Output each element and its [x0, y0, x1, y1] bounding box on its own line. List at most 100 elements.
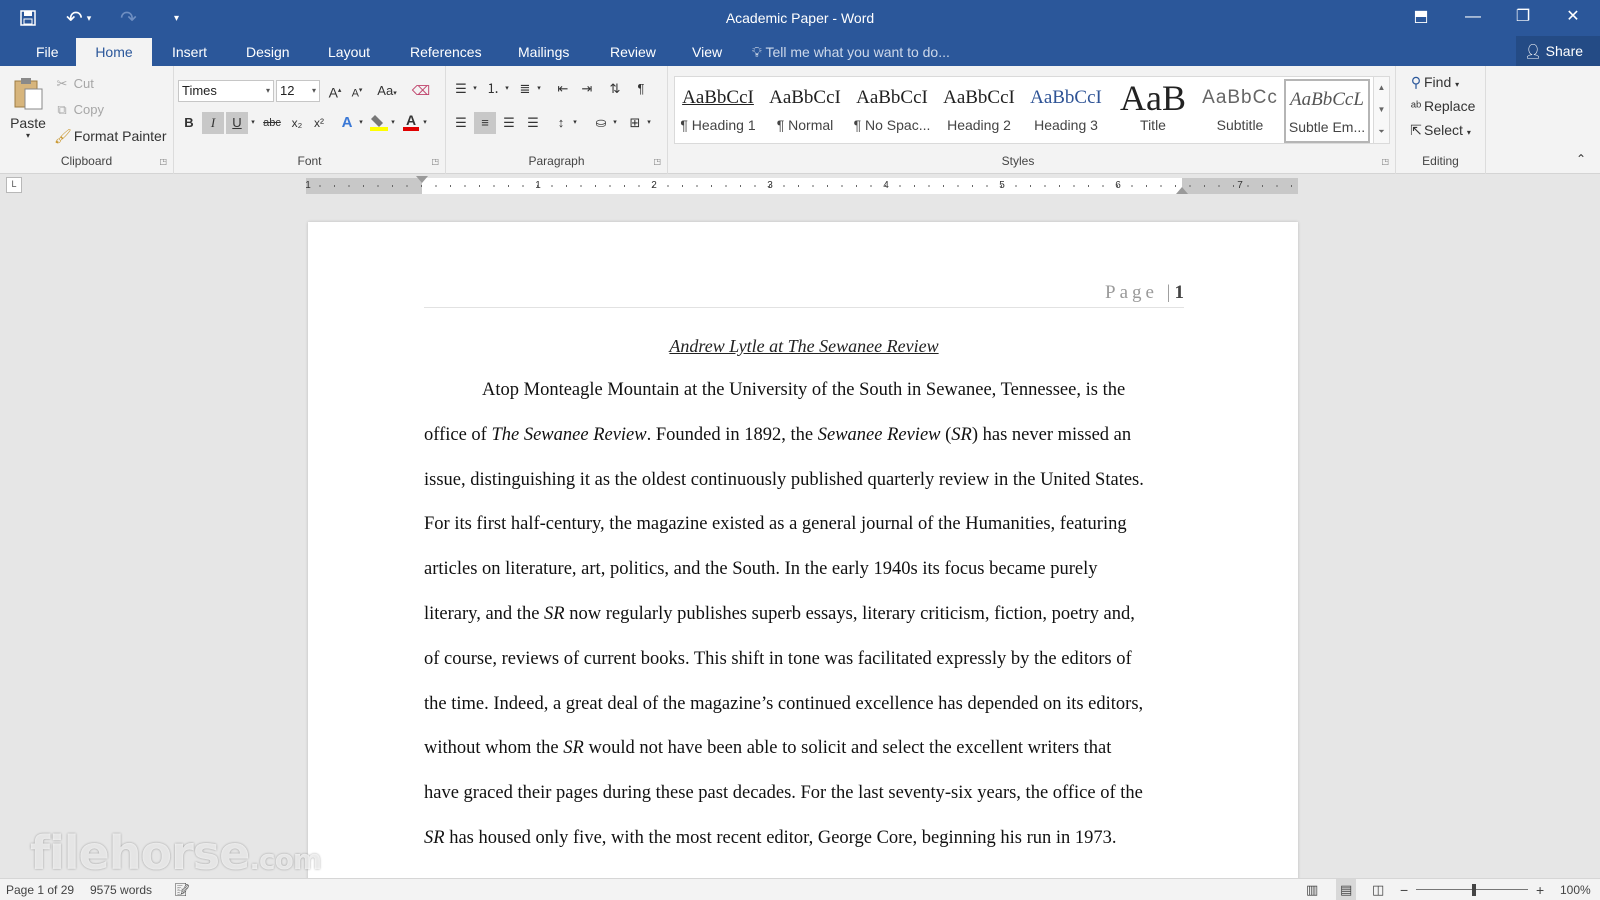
borders-icon[interactable]: ⊞	[624, 112, 646, 134]
decrease-indent-icon[interactable]: ⇤	[552, 78, 574, 100]
paragraph-line[interactable]: For its first half-century, the magazine…	[424, 502, 1186, 547]
zoom-in-button[interactable]: +	[1536, 879, 1544, 900]
tab-insert[interactable]: Insert	[158, 38, 221, 66]
tab-references[interactable]: References	[396, 38, 496, 66]
style-heading-1[interactable]: AaBbCcI ¶ Heading 1	[675, 79, 761, 143]
gallery-down-icon[interactable]: ▼	[1374, 99, 1389, 121]
document-body[interactable]: Atop Monteagle Mountain at the Universit…	[424, 368, 1186, 861]
paragraph-line[interactable]: issue, distinguishing it as the oldest c…	[424, 458, 1186, 503]
tab-file[interactable]: File	[22, 38, 73, 66]
align-right-icon[interactable]: ☰	[498, 112, 520, 134]
tell-me-search[interactable]: 💡︎ Tell me what you want to do...	[752, 38, 950, 66]
word-count-status[interactable]: 9575 words	[90, 879, 152, 900]
justify-icon[interactable]: ☰	[522, 112, 544, 134]
tab-view[interactable]: View	[678, 38, 736, 66]
read-mode-icon[interactable]: ▥	[1306, 879, 1318, 900]
paragraph-line[interactable]: office of The Sewanee Review. Founded in…	[424, 413, 1186, 458]
paragraph-launcher-icon[interactable]: ◳	[653, 157, 661, 166]
document-area[interactable]: Page |1 Andrew Lytle at The Sewanee Revi…	[0, 196, 1600, 878]
grow-font-button[interactable]: A▴	[324, 80, 346, 102]
ribbon-display-icon[interactable]: ⬒	[1398, 0, 1444, 36]
document-title[interactable]: Andrew Lytle at The Sewanee Review	[424, 336, 1184, 357]
italic-button[interactable]: I	[202, 112, 224, 134]
proofing-icon[interactable]: 📝︎	[174, 879, 191, 900]
right-indent-marker[interactable]	[1176, 187, 1188, 194]
multilevel-dropdown-icon[interactable]: ▾	[534, 78, 544, 100]
styles-gallery-scroll[interactable]: ▲ ▼ ⏷	[1374, 76, 1390, 144]
zoom-level[interactable]: 100%	[1560, 879, 1591, 900]
subscript-button[interactable]: x₂	[286, 112, 308, 134]
style-no-spacing[interactable]: AaBbCcI ¶ No Spac...	[849, 79, 935, 143]
tab-review[interactable]: Review	[596, 38, 670, 66]
align-left-icon[interactable]: ☰	[450, 112, 472, 134]
restore-button[interactable]: ❐	[1500, 0, 1546, 36]
style-normal[interactable]: AaBbCcI ¶ Normal	[762, 79, 848, 143]
font-name-combo[interactable]: Times ▾	[178, 80, 274, 102]
format-painter-button[interactable]: 🖌︎ Format Painter	[54, 128, 166, 145]
find-button[interactable]: ⚲ Find ▾	[1408, 74, 1459, 91]
styles-launcher-icon[interactable]: ◳	[1381, 157, 1389, 166]
indent-marker[interactable]	[416, 176, 428, 183]
page-count-status[interactable]: Page 1 of 29	[6, 879, 74, 900]
numbering-icon[interactable]: ⒈	[482, 78, 504, 100]
style-subtitle[interactable]: AaBbCc Subtitle	[1197, 79, 1283, 143]
gallery-up-icon[interactable]: ▲	[1374, 77, 1389, 99]
font-color-icon[interactable]: A	[400, 112, 422, 134]
copy-button[interactable]: ⧉ Copy	[54, 102, 104, 118]
highlight-dropdown-icon[interactable]: ▾	[388, 112, 398, 134]
share-button[interactable]: 👤︎ Share	[1516, 36, 1600, 66]
zoom-out-button[interactable]: −	[1400, 879, 1408, 900]
paragraph-line[interactable]: articles on literature, art, politics, a…	[424, 547, 1186, 592]
paragraph-line[interactable]: Atop Monteagle Mountain at the Universit…	[424, 368, 1186, 413]
shading-dropdown-icon[interactable]: ▾	[610, 112, 620, 134]
shading-icon[interactable]: ⛀	[590, 112, 612, 134]
align-center-icon[interactable]: ≡	[474, 112, 496, 134]
font-size-combo[interactable]: 12 ▾	[276, 80, 320, 102]
tab-design[interactable]: Design	[232, 38, 304, 66]
document-page[interactable]: Page |1 Andrew Lytle at The Sewanee Revi…	[308, 222, 1298, 878]
increase-indent-icon[interactable]: ⇥	[576, 78, 598, 100]
style-subtle-emphasis[interactable]: AaBbCcL Subtle Em...	[1284, 79, 1370, 143]
paste-button[interactable]: Paste ▾	[8, 76, 48, 140]
cut-button[interactable]: ✂ Cut	[54, 76, 94, 92]
multilevel-list-icon[interactable]: ≣	[514, 78, 536, 100]
shrink-font-button[interactable]: A▾	[346, 80, 368, 102]
paragraph-line[interactable]: have graced their pages during these pas…	[424, 771, 1186, 816]
bullets-dropdown-icon[interactable]: ▾	[470, 78, 480, 100]
font-launcher-icon[interactable]: ◳	[431, 157, 439, 166]
text-effects-dropdown-icon[interactable]: ▾	[356, 112, 366, 134]
style-heading-3[interactable]: AaBbCcI Heading 3	[1023, 79, 1109, 143]
numbering-dropdown-icon[interactable]: ▾	[502, 78, 512, 100]
highlight-icon[interactable]	[368, 112, 390, 134]
tab-layout[interactable]: Layout	[314, 38, 384, 66]
change-case-button[interactable]: Aa▾	[372, 80, 402, 102]
paragraph-line[interactable]: SR has housed only five, with the most r…	[424, 816, 1186, 861]
collapse-ribbon-icon[interactable]: ⌃	[1576, 152, 1586, 166]
clipboard-launcher-icon[interactable]: ◳	[159, 157, 167, 166]
tab-home[interactable]: Home	[76, 38, 152, 66]
paragraph-line[interactable]: without whom the SR would not have been …	[424, 726, 1186, 771]
paragraph-line[interactable]: literary, and the SR now regularly publi…	[424, 592, 1186, 637]
select-button[interactable]: ⇱ Select ▾	[1408, 122, 1471, 139]
paragraph-line[interactable]: of course, reviews of current books. Thi…	[424, 637, 1186, 682]
style-title[interactable]: AaB Title	[1110, 79, 1196, 143]
web-layout-icon[interactable]: ◫	[1372, 879, 1384, 900]
font-color-dropdown-icon[interactable]: ▾	[420, 112, 430, 134]
close-button[interactable]: ✕	[1550, 0, 1596, 36]
sort-icon[interactable]: ⇅	[604, 78, 626, 100]
style-heading-2[interactable]: AaBbCcI Heading 2	[936, 79, 1022, 143]
replace-button[interactable]: ᵃᵇ Replace	[1408, 98, 1476, 114]
tab-selector[interactable]: L	[6, 177, 22, 193]
zoom-slider-thumb[interactable]	[1472, 884, 1476, 896]
superscript-button[interactable]: x²	[308, 112, 330, 134]
text-effects-icon[interactable]: A	[336, 112, 358, 134]
borders-dropdown-icon[interactable]: ▾	[644, 112, 654, 134]
gallery-more-icon[interactable]: ⏷	[1374, 121, 1389, 143]
line-spacing-dropdown-icon[interactable]: ▾	[570, 112, 580, 134]
horizontal-ruler[interactable]: 1 1 2 3 4 5 6 7	[305, 176, 1298, 194]
paragraph-line[interactable]: the time. Indeed, a great deal of the ma…	[424, 682, 1186, 727]
clear-formatting-icon[interactable]: ⌫	[410, 80, 432, 102]
underline-dropdown-icon[interactable]: ▾	[248, 112, 258, 134]
tab-mailings[interactable]: Mailings	[504, 38, 583, 66]
strikethrough-button[interactable]: abc	[258, 112, 286, 134]
